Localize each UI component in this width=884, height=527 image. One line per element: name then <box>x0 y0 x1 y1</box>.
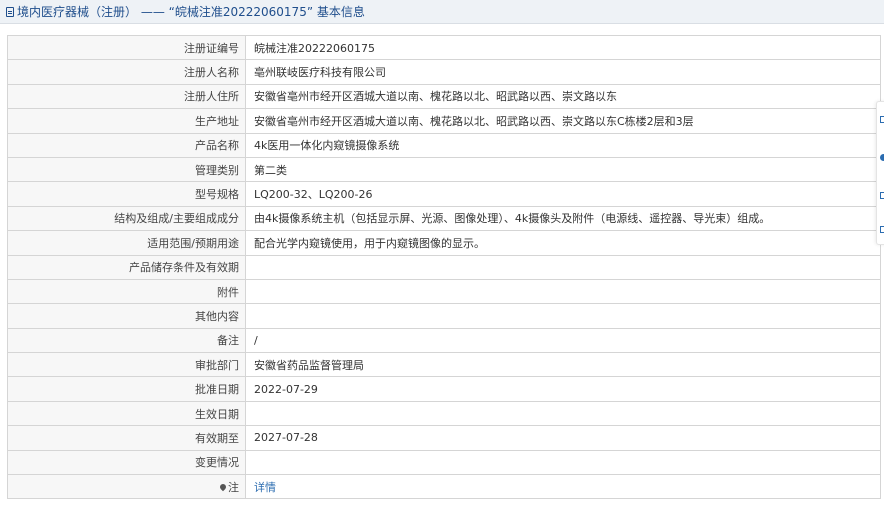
table-row: 产品储存条件及有效期 <box>7 254 881 280</box>
info-table: 注册证编号 皖械注准20222060175 注册人名称 亳州联岐医疗科技有限公司 注… <box>7 34 881 500</box>
page-header: 境内医疗器械（注册） —— “皖械注准20222060175” 基本信息 <box>0 0 884 24</box>
page-title: 境内医疗器械（注册） —— “皖械注准20222060175” 基本信息 <box>17 5 365 19</box>
row-value: 第二类 <box>245 156 881 183</box>
back-to-top-icon[interactable] <box>880 226 884 233</box>
row-label: 注册证编号 <box>7 34 246 61</box>
floating-side-toolbar[interactable] <box>876 101 884 245</box>
row-value: 由4k摄像系统主机（包括显示屏、光源、图像处理）、4k摄像头及附件（电源线、遥控… <box>245 205 881 232</box>
feedback-icon[interactable] <box>880 192 884 199</box>
row-value <box>245 400 881 427</box>
row-value: / <box>245 327 881 354</box>
row-value: 亳州联岐医疗科技有限公司 <box>245 59 881 85</box>
row-value <box>245 254 881 280</box>
table-row: 注册人住所 安徽省亳州市经开区酒城大道以南、槐花路以北、昭武路以西、崇文路以东 <box>7 83 881 110</box>
chat-icon[interactable] <box>880 154 884 161</box>
row-label: 附件 <box>7 278 246 305</box>
row-value: 2027-07-28 <box>245 425 881 451</box>
note-label: 注 <box>228 480 239 494</box>
table-row: 有效期至 2027-07-28 <box>7 425 881 451</box>
table-row: 审批部门 安徽省药品监督管理局 <box>7 352 881 378</box>
row-label: 注册人住所 <box>7 83 246 110</box>
pin-icon <box>218 482 228 491</box>
document-icon <box>6 6 14 17</box>
row-value <box>245 449 881 476</box>
row-value: 皖械注准20222060175 <box>245 34 881 61</box>
row-value <box>245 278 881 305</box>
row-label: 管理类别 <box>7 156 246 183</box>
row-label: 变更情况 <box>7 449 246 476</box>
table-row: 注册人名称 亳州联岐医疗科技有限公司 <box>7 59 881 85</box>
note-value-cell: 详情 <box>245 474 881 500</box>
table-row: 备注 / <box>7 327 881 354</box>
row-label: 结构及组成/主要组成成分 <box>7 205 246 232</box>
note-row: 注 详情 <box>7 474 881 500</box>
row-label: 审批部门 <box>7 352 246 378</box>
row-label: 产品名称 <box>7 132 246 158</box>
row-value: LQ200-32、LQ200-26 <box>245 181 881 207</box>
table-row: 批准日期 2022-07-29 <box>7 376 881 402</box>
row-label: 产品储存条件及有效期 <box>7 254 246 280</box>
details-link[interactable]: 详情 <box>254 481 276 494</box>
table-row: 型号规格 LQ200-32、LQ200-26 <box>7 181 881 207</box>
table-row: 其他内容 <box>7 303 881 329</box>
table-row: 注册证编号 皖械注准20222060175 <box>7 34 881 61</box>
table-row: 适用范围/预期用途 配合光学内窥镜使用，用于内窥镜图像的显示。 <box>7 230 881 256</box>
table-row: 附件 <box>7 278 881 305</box>
row-value: 2022-07-29 <box>245 376 881 402</box>
table-row: 生效日期 <box>7 400 881 427</box>
row-label: 生产地址 <box>7 108 246 134</box>
table-row: 结构及组成/主要组成成分 由4k摄像系统主机（包括显示屏、光源、图像处理）、4k摄… <box>7 205 881 232</box>
note-label-cell: 注 <box>7 474 246 500</box>
table-row: 生产地址 安徽省亳州市经开区酒城大道以南、槐花路以北、昭武路以西、崇文路以东C栋楼… <box>7 108 881 134</box>
row-label: 有效期至 <box>7 425 246 451</box>
row-value <box>245 303 881 329</box>
row-label: 适用范围/预期用途 <box>7 230 246 256</box>
row-label: 生效日期 <box>7 400 246 427</box>
row-value: 4k医用一体化内窥镜摄像系统 <box>245 132 881 158</box>
row-label: 型号规格 <box>7 181 246 207</box>
row-label: 其他内容 <box>7 303 246 329</box>
table-row: 产品名称 4k医用一体化内窥镜摄像系统 <box>7 132 881 158</box>
table-row: 变更情况 <box>7 449 881 476</box>
row-label: 备注 <box>7 327 246 354</box>
table-row: 管理类别 第二类 <box>7 156 881 183</box>
share-icon[interactable] <box>880 116 884 123</box>
row-label: 注册人名称 <box>7 59 246 85</box>
row-label: 批准日期 <box>7 376 246 402</box>
row-value: 安徽省药品监督管理局 <box>245 352 881 378</box>
row-value: 配合光学内窥镜使用，用于内窥镜图像的显示。 <box>245 230 881 256</box>
row-value: 安徽省亳州市经开区酒城大道以南、槐花路以北、昭武路以西、崇文路以东 <box>245 83 881 110</box>
row-value: 安徽省亳州市经开区酒城大道以南、槐花路以北、昭武路以西、崇文路以东C栋楼2层和3… <box>245 108 881 134</box>
